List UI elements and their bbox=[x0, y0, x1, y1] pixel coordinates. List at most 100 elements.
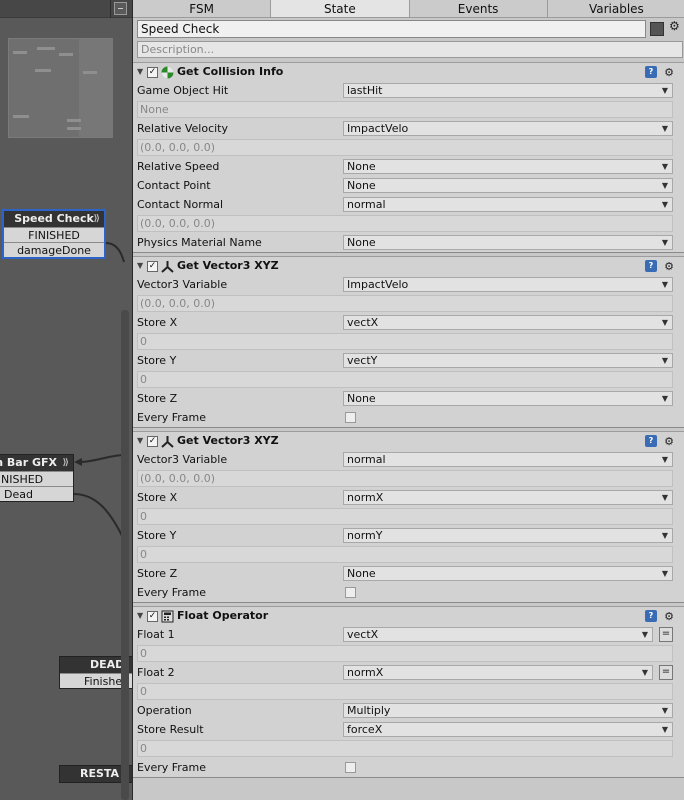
action-header[interactable]: ▼ ✓ Float Operator? ⚙ bbox=[133, 607, 684, 625]
readonly-value: 0 bbox=[137, 508, 673, 525]
action-title: Get Vector3 XYZ bbox=[177, 434, 279, 447]
property-row-store-z: Store Z None ▼ bbox=[133, 564, 684, 583]
state-node-speed-check[interactable]: Speed Check ⟫ FINISHED damageDone bbox=[2, 209, 106, 259]
foldout-arrow-icon[interactable]: ▼ bbox=[137, 257, 147, 275]
action-header[interactable]: ▼ ✓ Get Vector3 XYZ? ⚙ bbox=[133, 432, 684, 450]
chevron-down-icon: ▼ bbox=[661, 124, 668, 133]
property-row-store-result: Store Result forceX ▼ bbox=[133, 720, 684, 739]
property-row-contact-normal: Contact Normal normal ▼ bbox=[133, 195, 684, 214]
action-enabled-checkbox[interactable]: ✓ bbox=[147, 66, 158, 78]
property-row-relative-speed: Relative Speed None ▼ bbox=[133, 157, 684, 176]
action-enabled-checkbox[interactable]: ✓ bbox=[147, 260, 158, 272]
action-header[interactable]: ▼ ✓ Get Collision Info? ⚙ bbox=[133, 63, 684, 81]
help-icon[interactable]: ? bbox=[645, 610, 657, 622]
foldout-arrow-icon[interactable]: ▼ bbox=[137, 63, 147, 81]
help-icon[interactable]: ? bbox=[645, 66, 657, 78]
property-label: Physics Material Name bbox=[137, 236, 262, 249]
action-float-operator: ▼ ✓ Float Operator? ⚙ Float 1 vectX ▼ = 0 Float 2… bbox=[133, 606, 684, 778]
chevron-down-icon: ▼ bbox=[661, 706, 668, 715]
gear-icon[interactable]: ⚙ bbox=[669, 19, 680, 33]
foldout-arrow-icon[interactable]: ▼ bbox=[137, 432, 147, 450]
chevron-down-icon: ▼ bbox=[661, 493, 668, 502]
tab-fsm[interactable]: FSM bbox=[133, 0, 272, 17]
foldout-arrow-icon[interactable]: ▼ bbox=[137, 607, 147, 625]
node-title: DEAD bbox=[90, 658, 125, 671]
variable-dropdown[interactable]: normY ▼ bbox=[343, 528, 673, 543]
help-icon[interactable]: ? bbox=[645, 260, 657, 272]
variable-dropdown[interactable]: None ▼ bbox=[343, 159, 673, 174]
every-frame-checkbox[interactable] bbox=[345, 587, 356, 598]
variable-dropdown[interactable]: None ▼ bbox=[343, 178, 673, 193]
property-row-store-y: Store Y vectY ▼ bbox=[133, 351, 684, 370]
variable-dropdown[interactable]: None ▼ bbox=[343, 566, 673, 581]
property-row-physics-material-name: Physics Material Name None ▼ bbox=[133, 233, 684, 252]
property-row-store-x: Store X vectX ▼ bbox=[133, 313, 684, 332]
tab-state[interactable]: State bbox=[271, 0, 410, 17]
property-label: Store Y bbox=[137, 529, 177, 542]
variable-dropdown[interactable]: None ▼ bbox=[343, 235, 673, 250]
chevron-down-icon: ▼ bbox=[661, 200, 668, 209]
chevron-down-icon: ▼ bbox=[641, 668, 648, 677]
property-label: Store Y bbox=[137, 354, 177, 367]
variable-dropdown[interactable]: ImpactVelo ▼ bbox=[343, 277, 673, 292]
variable-dropdown[interactable]: normX ▼ bbox=[343, 490, 673, 505]
variable-toggle-button[interactable]: = bbox=[659, 627, 673, 642]
readonly-value-row: 0 bbox=[137, 739, 673, 758]
variable-dropdown[interactable]: normal ▼ bbox=[343, 197, 673, 212]
node-transition[interactable]: damageDone bbox=[4, 242, 104, 257]
dropdown-value: vectX bbox=[347, 628, 379, 641]
property-row-contact-point: Contact Point None ▼ bbox=[133, 176, 684, 195]
variable-dropdown[interactable]: ImpactVelo ▼ bbox=[343, 121, 673, 136]
variable-dropdown[interactable]: None ▼ bbox=[343, 391, 673, 406]
dropdown-value: None bbox=[347, 236, 376, 249]
variable-dropdown[interactable]: normX ▼ bbox=[343, 665, 653, 680]
tab-variables[interactable]: Variables bbox=[548, 0, 684, 17]
help-icon[interactable]: ? bbox=[645, 435, 657, 447]
readonly-value: None bbox=[137, 101, 673, 118]
gear-icon[interactable]: ⚙ bbox=[664, 608, 674, 626]
variable-dropdown[interactable]: vectX ▼ bbox=[343, 627, 653, 642]
dropdown-value: None bbox=[347, 567, 376, 580]
every-frame-checkbox[interactable] bbox=[345, 412, 356, 423]
chevron-down-icon: ▼ bbox=[661, 86, 668, 95]
property-label: Store X bbox=[137, 491, 178, 504]
gear-icon[interactable]: ⚙ bbox=[664, 64, 674, 82]
variable-dropdown[interactable]: forceX ▼ bbox=[343, 722, 673, 737]
property-row-float-1: Float 1 vectX ▼ = bbox=[133, 625, 684, 644]
dropdown-value: normX bbox=[347, 666, 384, 679]
variable-dropdown[interactable]: vectY ▼ bbox=[343, 353, 673, 368]
graph-scrollbar[interactable] bbox=[121, 310, 129, 800]
chevron-down-icon: ▼ bbox=[661, 455, 668, 464]
gear-icon[interactable]: ⚙ bbox=[664, 258, 674, 276]
property-label: Float 2 bbox=[137, 666, 175, 679]
state-node-health-bar-gfx[interactable]: th Bar GFX ⟫ NISHED Dead bbox=[0, 454, 74, 502]
readonly-value-row: 0 bbox=[137, 644, 673, 663]
variable-dropdown[interactable]: lastHit ▼ bbox=[343, 83, 673, 98]
node-transition[interactable]: FINISHED bbox=[4, 227, 104, 242]
readonly-value: 0 bbox=[137, 333, 673, 350]
variable-dropdown[interactable]: vectX ▼ bbox=[343, 315, 673, 330]
fsm-graph-view[interactable]: Speed Check⟫ FINISHED damageDone th Bar … bbox=[0, 0, 132, 800]
readonly-value-row: (0.0, 0.0, 0.0) bbox=[137, 469, 673, 488]
action-get-vector3-xyz: ▼ ✓ Get Vector3 XYZ? ⚙ Vector3 Variable Impac… bbox=[133, 256, 684, 428]
gear-icon[interactable]: ⚙ bbox=[664, 433, 674, 451]
node-transition[interactable]: NISHED bbox=[0, 471, 73, 486]
chevron-down-icon: ▼ bbox=[661, 531, 668, 540]
state-color-swatch[interactable] bbox=[650, 22, 664, 36]
property-row-game-object-hit: Game Object Hit lastHit ▼ bbox=[133, 81, 684, 100]
action-header[interactable]: ▼ ✓ Get Vector3 XYZ? ⚙ bbox=[133, 257, 684, 275]
action-enabled-checkbox[interactable]: ✓ bbox=[147, 610, 158, 622]
every-frame-checkbox[interactable] bbox=[345, 762, 356, 773]
dropdown-value: normal bbox=[347, 198, 386, 211]
variable-dropdown[interactable]: Multiply ▼ bbox=[343, 703, 673, 718]
dropdown-value: None bbox=[347, 179, 376, 192]
dropdown-value: None bbox=[347, 392, 376, 405]
action-enabled-checkbox[interactable]: ✓ bbox=[147, 435, 158, 447]
node-transition[interactable]: Dead bbox=[0, 486, 73, 501]
variable-dropdown[interactable]: normal ▼ bbox=[343, 452, 673, 467]
tab-events[interactable]: Events bbox=[410, 0, 548, 17]
readonly-value: (0.0, 0.0, 0.0) bbox=[137, 470, 673, 487]
state-description-field[interactable]: Description... bbox=[137, 41, 683, 58]
state-name-field[interactable]: Speed Check bbox=[137, 20, 646, 38]
variable-toggle-button[interactable]: = bbox=[659, 665, 673, 680]
